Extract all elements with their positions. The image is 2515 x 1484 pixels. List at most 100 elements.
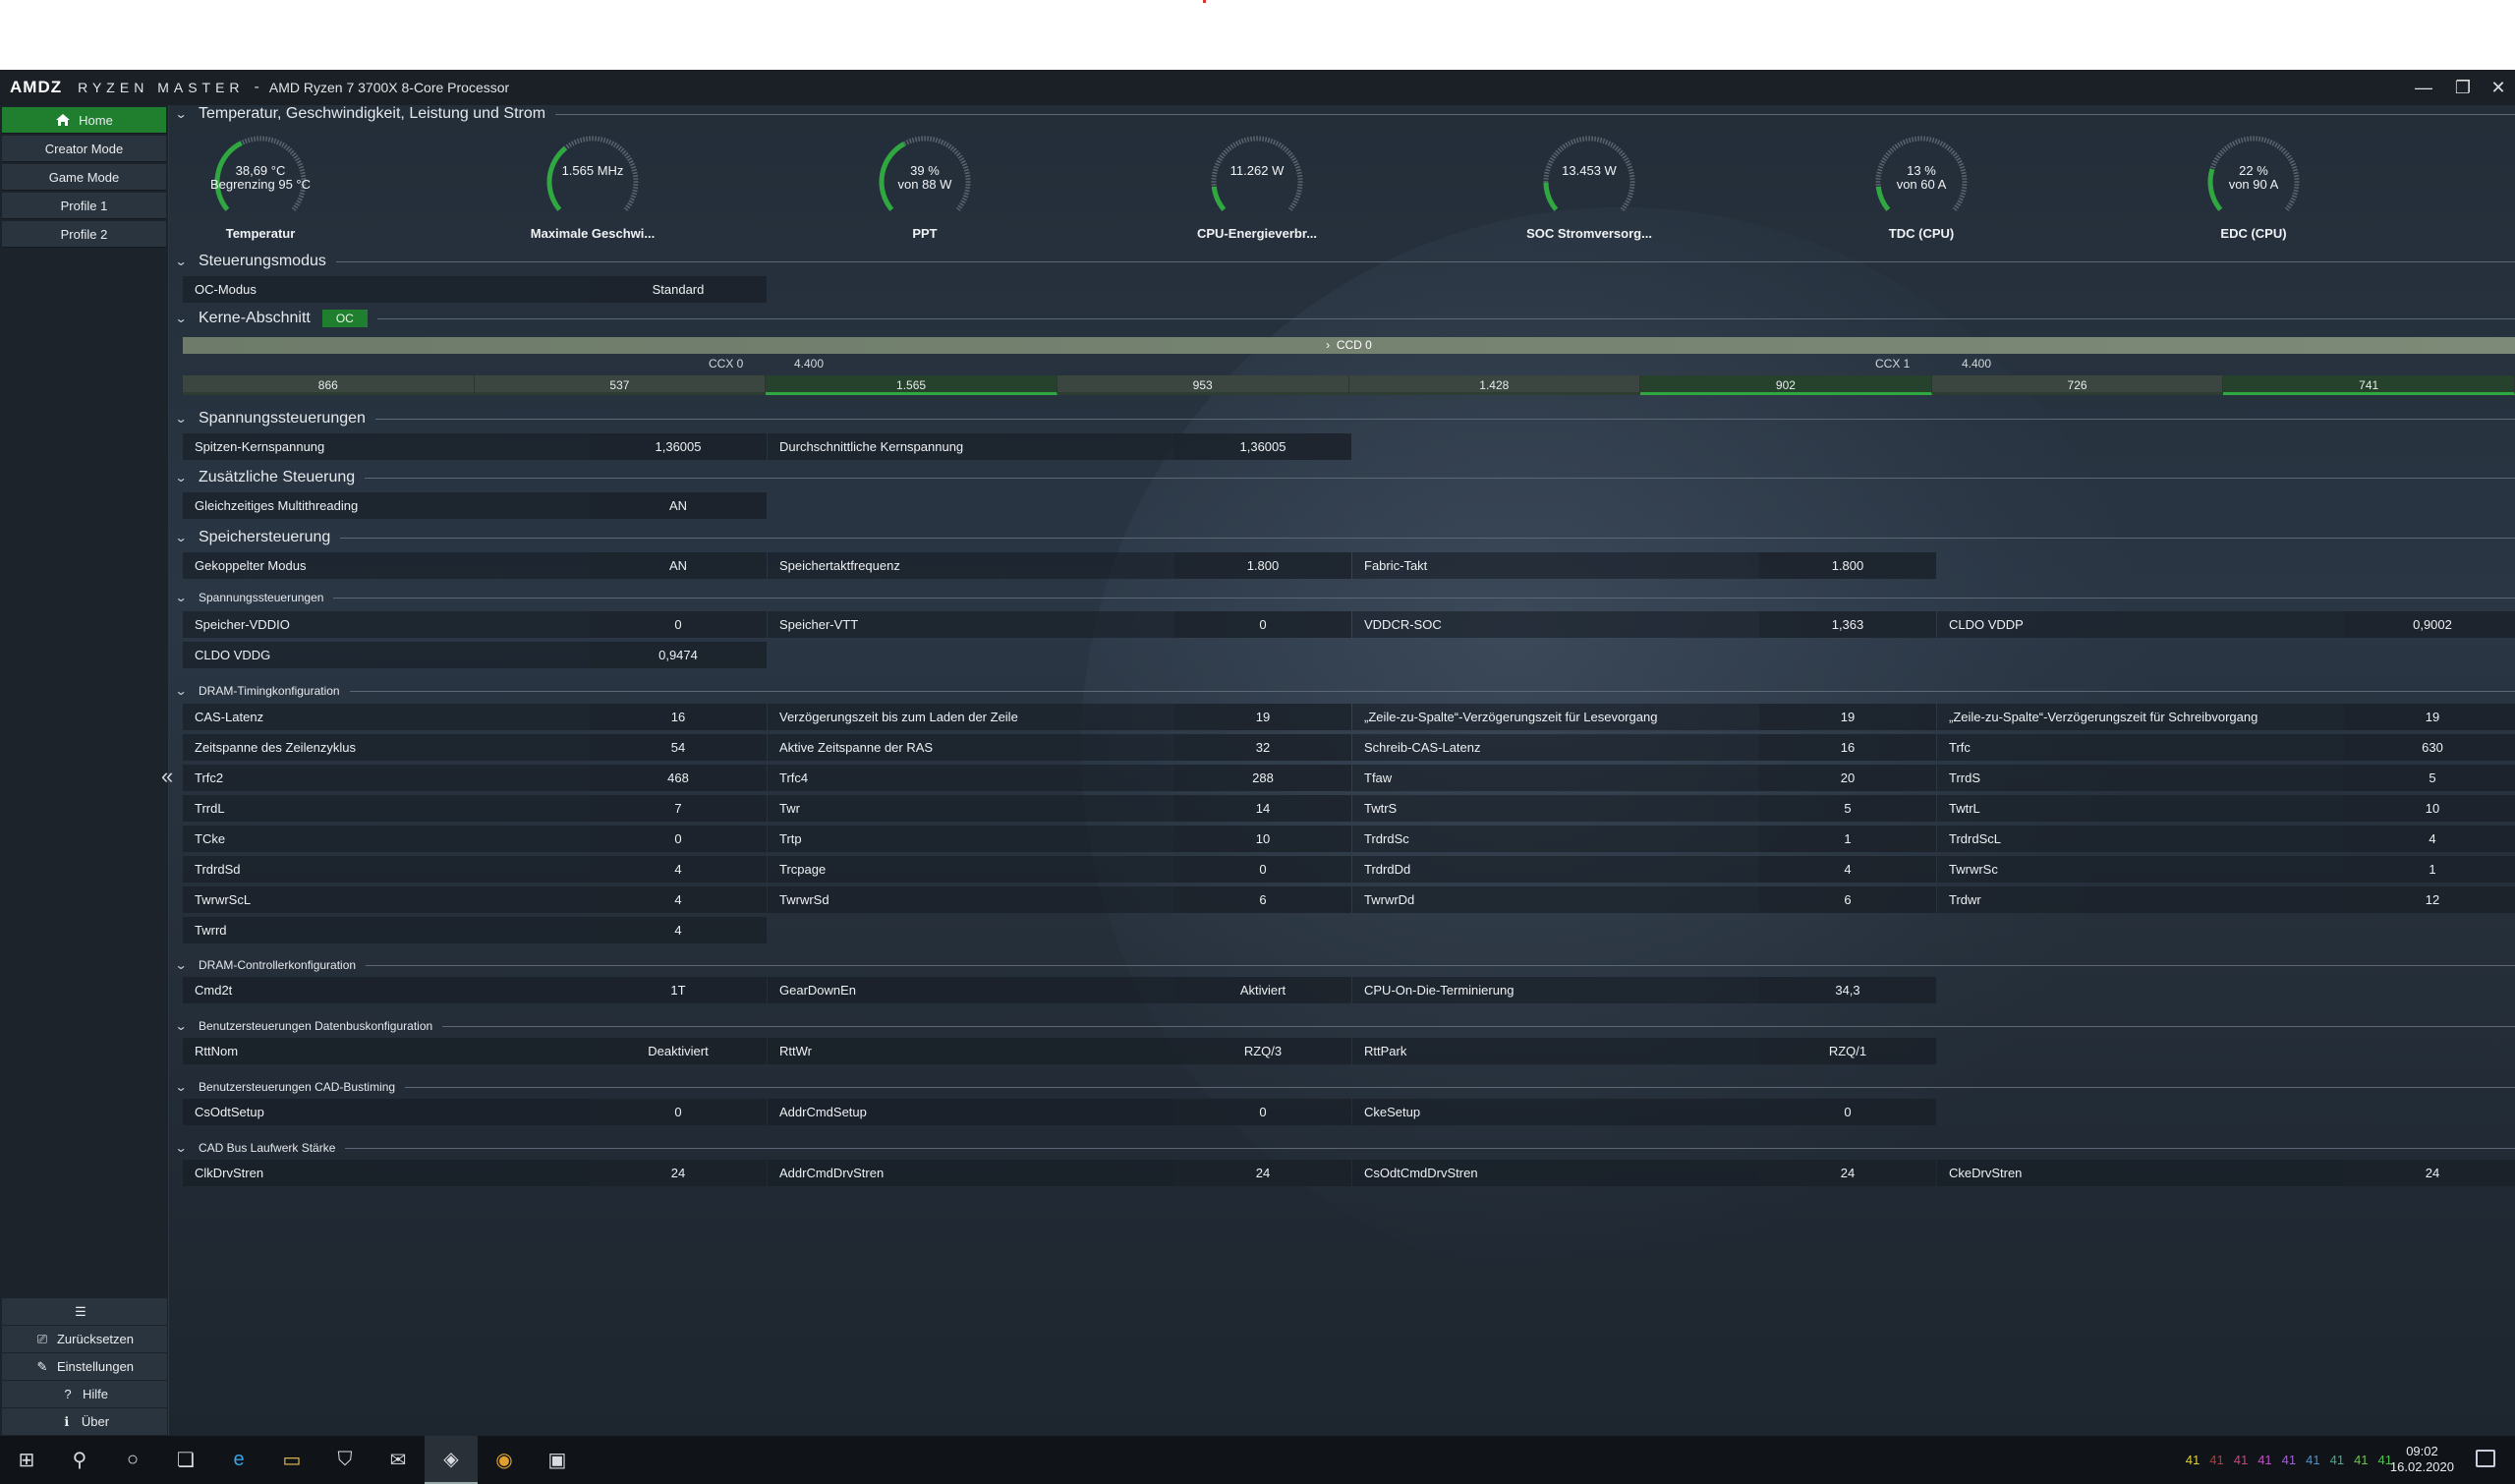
setting-cell[interactable]: Verzögerungszeit bis zum Laden der Zeile…	[768, 704, 1351, 730]
mail-icon[interactable]: ✉	[372, 1436, 425, 1484]
setting-cell[interactable]: ClkDrvStren 24	[183, 1160, 767, 1186]
store-icon[interactable]: ⛉	[318, 1436, 372, 1484]
sidebar-item-creator-mode[interactable]: Creator Mode	[2, 136, 166, 162]
setting-cell[interactable]: „Zeile-zu-Spalte“-Verzögerungszeit für S…	[1937, 704, 2515, 730]
help-button[interactable]: ? Hilfe	[2, 1381, 167, 1407]
setting-cell[interactable]: TCke 0	[183, 826, 767, 852]
section-header-mem-voltage[interactable]: ⌄ Spannungssteuerungen	[175, 591, 2515, 604]
setting-cell[interactable]: CPU-On-Die-Terminierung 34,3	[1352, 977, 1936, 1003]
setting-cell[interactable]: GearDownEn Aktiviert	[768, 977, 1351, 1003]
setting-cell[interactable]: CLDO VDDG 0,9474	[183, 642, 767, 668]
sidebar-item-profile-1[interactable]: Profile 1	[2, 193, 166, 219]
notification-icon[interactable]	[2476, 1450, 2495, 1467]
sidebar-item-game-mode[interactable]: Game Mode	[2, 164, 166, 191]
tray-temp-readout[interactable]: 41	[2306, 1453, 2319, 1467]
setting-cell[interactable]: Speicher-VTT 0	[768, 611, 1351, 638]
setting-cell[interactable]: Speichertaktfrequenz 1.800	[768, 552, 1351, 579]
section-header-memory[interactable]: ⌄ Speichersteuerung	[175, 529, 2515, 546]
setting-cell[interactable]: RttWr RZQ/3	[768, 1038, 1351, 1064]
setting-cell[interactable]: Trtp 10	[768, 826, 1351, 852]
setting-cell[interactable]: „Zeile-zu-Spalte“-Verzögerungszeit für L…	[1352, 704, 1936, 730]
setting-cell[interactable]: TrrdS 5	[1937, 765, 2515, 791]
section-header-cores[interactable]: ⌄ Kerne-Abschnitt OC	[175, 310, 2515, 327]
search-icon[interactable]: ⚲	[53, 1436, 106, 1484]
setting-cell[interactable]: CLDO VDDP 0,9002	[1937, 611, 2515, 638]
setting-cell[interactable]: Trfc4 288	[768, 765, 1351, 791]
task-view-icon[interactable]: ❏	[159, 1436, 212, 1484]
core-0[interactable]: 866	[183, 375, 475, 395]
setting-cell[interactable]: Trdwr 12	[1937, 886, 2515, 913]
setting-cell[interactable]: TrdrdScL 4	[1937, 826, 2515, 852]
setting-cell[interactable]: Zeitspanne des Zeilenzyklus 54	[183, 734, 767, 761]
setting-cell[interactable]: RttPark RZQ/1	[1352, 1038, 1936, 1064]
ccd-bar[interactable]: › CCD 0	[183, 337, 2515, 354]
oc-mode-cell[interactable]: OC-Modus Standard	[183, 276, 767, 303]
setting-cell[interactable]: CkeSetup 0	[1352, 1099, 1936, 1125]
clock[interactable]: 09:02 16.02.2020	[2390, 1444, 2454, 1475]
section-header-additional[interactable]: ⌄ Zusätzliche Steuerung	[175, 469, 2515, 486]
windows-start-icon[interactable]: ⊞	[0, 1436, 53, 1484]
setting-cell[interactable]: TrrdL 7	[183, 795, 767, 822]
setting-cell[interactable]: TrdrdSd 4	[183, 856, 767, 883]
setting-cell[interactable]: Cmd2t 1T	[183, 977, 767, 1003]
section-header-cad[interactable]: ⌄ Benutzersteuerungen CAD-Bustiming	[175, 1080, 2515, 1094]
setting-cell[interactable]: Spitzen-Kernspannung 1,36005	[183, 433, 767, 460]
setting-cell[interactable]: Twrrd 4	[183, 917, 767, 943]
setting-cell[interactable]: Gekoppelter Modus AN	[183, 552, 767, 579]
ryzen-master-icon[interactable]: ◈	[425, 1436, 478, 1484]
sidebar-item-profile-2[interactable]: Profile 2	[2, 221, 166, 248]
setting-cell[interactable]: Durchschnittliche Kernspannung 1,36005	[768, 433, 1351, 460]
amd-app-icon[interactable]: ▣	[531, 1436, 584, 1484]
setting-cell[interactable]: Speicher-VDDIO 0	[183, 611, 767, 638]
core-1[interactable]: 537	[474, 375, 767, 395]
section-header-cad-drive[interactable]: ⌄ CAD Bus Laufwerk Stärke	[175, 1141, 2515, 1155]
cortana-icon[interactable]: ○	[106, 1436, 159, 1484]
tray-temp-readout[interactable]: 41	[2209, 1453, 2223, 1467]
setting-cell[interactable]: CsOdtSetup 0	[183, 1099, 767, 1125]
setting-cell[interactable]: Trcpage 0	[768, 856, 1351, 883]
setting-cell[interactable]: Twr 14	[768, 795, 1351, 822]
setting-cell[interactable]: TwtrL 10	[1937, 795, 2515, 822]
setting-cell[interactable]: Gleichzeitiges Multithreading AN	[183, 492, 767, 519]
core-3[interactable]: 953	[1057, 375, 1349, 395]
setting-cell[interactable]: AddrCmdDrvStren 24	[768, 1160, 1351, 1186]
setting-cell[interactable]: TrdrdDd 4	[1352, 856, 1936, 883]
about-button[interactable]: ℹ Über	[2, 1408, 167, 1435]
tray-temp-readout[interactable]: 41	[2282, 1453, 2296, 1467]
setting-cell[interactable]: TwrwrDd 6	[1352, 886, 1936, 913]
setting-cell[interactable]: TrdrdSc 1	[1352, 826, 1936, 852]
setting-cell[interactable]: Tfaw 20	[1352, 765, 1936, 791]
setting-cell[interactable]: RttNom Deaktiviert	[183, 1038, 767, 1064]
chrome-icon[interactable]: ◉	[478, 1436, 531, 1484]
tray-temp-readout[interactable]: 41	[2258, 1453, 2271, 1467]
core-2[interactable]: 1.565	[766, 375, 1057, 395]
setting-cell[interactable]: TwtrS 5	[1352, 795, 1936, 822]
collapse-sidebar-icon[interactable]: «	[161, 764, 173, 789]
setting-cell[interactable]: Aktive Zeitspanne der RAS 32	[768, 734, 1351, 761]
setting-cell[interactable]: CsOdtCmdDrvStren 24	[1352, 1160, 1936, 1186]
setting-cell[interactable]: TwrwrScL 4	[183, 886, 767, 913]
setting-cell[interactable]: VDDCR-SOC 1,363	[1352, 611, 1936, 638]
tray-temp-readout[interactable]: 41	[2330, 1453, 2344, 1467]
close-button[interactable]: ✕	[2486, 76, 2510, 99]
section-header-databus[interactable]: ⌄ Benutzersteuerungen Datenbuskonfigurati…	[175, 1019, 2515, 1033]
setting-cell[interactable]: CkeDrvStren 24	[1937, 1160, 2515, 1186]
setting-cell[interactable]: Schreib-CAS-Latenz 16	[1352, 734, 1936, 761]
setting-cell[interactable]: CAS-Latenz 16	[183, 704, 767, 730]
maximize-button[interactable]: ❐	[2451, 76, 2475, 99]
section-header-control-mode[interactable]: ⌄ Steuerungsmodus	[175, 253, 2515, 270]
core-7[interactable]: 741	[2223, 375, 2515, 395]
core-6[interactable]: 726	[1931, 375, 2224, 395]
section-header-voltage[interactable]: ⌄ Spannungssteuerungen	[175, 410, 2515, 428]
sliders-button[interactable]: ☰	[2, 1298, 167, 1325]
explorer-icon[interactable]: ▭	[265, 1436, 318, 1484]
setting-cell[interactable]: Fabric-Takt 1.800	[1352, 552, 1936, 579]
section-header-dram-timing[interactable]: ⌄ DRAM-Timingkonfiguration	[175, 684, 2515, 698]
reset-button[interactable]: ⎚ Zurücksetzen	[2, 1326, 167, 1352]
core-5[interactable]: 902	[1640, 375, 1932, 395]
setting-cell[interactable]: Trfc2 468	[183, 765, 767, 791]
section-header-temp[interactable]: ⌄ Temperatur, Geschwindigkeit, Leistung u…	[175, 105, 2515, 123]
setting-cell[interactable]: AddrCmdSetup 0	[768, 1099, 1351, 1125]
setting-cell[interactable]: TwrwrSc 1	[1937, 856, 2515, 883]
tray-temp-readout[interactable]: 41	[2354, 1453, 2368, 1467]
